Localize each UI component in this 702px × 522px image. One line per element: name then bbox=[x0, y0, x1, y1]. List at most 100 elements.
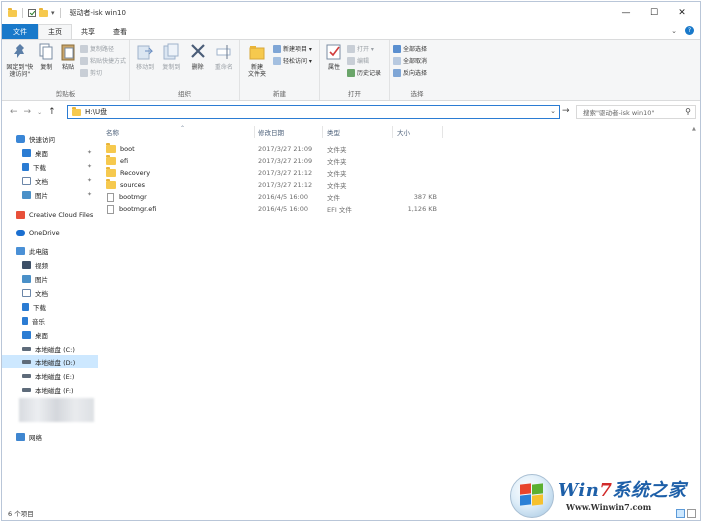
pin-icon[interactable]: ✦ bbox=[87, 177, 92, 184]
file-name: Recovery bbox=[120, 169, 151, 177]
tab-view[interactable]: 查看 bbox=[104, 24, 136, 39]
column-name[interactable]: 名称 ⌃ bbox=[106, 125, 185, 138]
search-placeholder: 搜索"驱动者-isk win10" bbox=[583, 109, 655, 117]
column-divider[interactable] bbox=[392, 126, 393, 138]
table-row[interactable]: boot 2017/3/27 21:09 文件夹 bbox=[102, 143, 442, 155]
nav-this-pc[interactable]: 此电脑 bbox=[2, 244, 98, 257]
video-icon bbox=[22, 260, 31, 269]
edit-button[interactable]: 编辑 bbox=[347, 56, 381, 65]
nav-downloads-pinned[interactable]: 下载 ✦ bbox=[2, 160, 98, 173]
watermark-brand: Win7系统之家 bbox=[558, 476, 686, 502]
tab-share[interactable]: 共享 bbox=[72, 24, 104, 39]
pin-icon[interactable]: ✦ bbox=[87, 163, 92, 170]
nav-pictures-pinned[interactable]: 图片 ✦ bbox=[2, 188, 98, 201]
nav-label: 文档 bbox=[35, 289, 48, 298]
history-button[interactable]: 历史记录 bbox=[347, 68, 381, 77]
folder-icon bbox=[106, 155, 116, 165]
pin-icon[interactable]: ✦ bbox=[87, 191, 92, 198]
file-size bbox=[397, 179, 437, 191]
copy-to-icon bbox=[163, 43, 179, 60]
nav-pictures[interactable]: 图片 bbox=[2, 272, 98, 285]
open-button[interactable]: 打开 ▾ bbox=[347, 44, 381, 53]
nav-label: Creative Cloud Files bbox=[29, 210, 94, 219]
minimize-button[interactable]: — bbox=[612, 6, 640, 20]
paste-shortcut-button[interactable]: 粘贴快捷方式 bbox=[79, 56, 126, 65]
qa-dropdown-icon[interactable]: ▾ bbox=[51, 9, 55, 17]
nav-documents[interactable]: 文档 bbox=[2, 286, 98, 299]
forward-arrow-icon[interactable]: → bbox=[24, 107, 32, 117]
select-none-button[interactable]: 全部取消 bbox=[393, 56, 427, 65]
column-divider[interactable] bbox=[254, 126, 255, 138]
search-input[interactable]: 搜索"驱动者-isk win10" ⚲ bbox=[576, 105, 696, 119]
address-path[interactable]: H:\U盘 bbox=[85, 107, 107, 117]
invert-selection-button[interactable]: 反向选择 bbox=[393, 68, 427, 77]
tab-home[interactable]: 主页 bbox=[38, 24, 72, 39]
star-icon bbox=[16, 134, 25, 143]
table-row[interactable]: Recovery 2017/3/27 21:12 文件夹 bbox=[102, 167, 442, 179]
maximize-button[interactable]: ☐ bbox=[640, 6, 668, 20]
new-folder-icon[interactable] bbox=[39, 7, 48, 17]
table-row[interactable]: sources 2017/3/27 21:12 文件夹 bbox=[102, 179, 442, 191]
column-divider[interactable] bbox=[322, 126, 323, 138]
nav-creative-cloud[interactable]: Creative Cloud Files bbox=[2, 208, 98, 221]
invert-selection-icon bbox=[393, 68, 401, 77]
file-type: 文件夹 bbox=[327, 182, 347, 190]
ribbon-expand-icon[interactable]: ⌄ bbox=[671, 27, 677, 35]
nav-downloads[interactable]: 下载 bbox=[2, 300, 98, 313]
select-none-label: 全部取消 bbox=[403, 58, 428, 65]
nav-onedrive[interactable]: OneDrive bbox=[2, 226, 98, 239]
nav-drive-d[interactable]: 本地磁盘 (D:) bbox=[2, 355, 98, 368]
file-icon bbox=[107, 204, 114, 214]
large-icons-view-button[interactable] bbox=[687, 509, 696, 518]
close-button[interactable]: ✕ bbox=[668, 6, 696, 20]
column-divider[interactable] bbox=[442, 126, 443, 138]
file-modified: 2017/3/27 21:12 bbox=[258, 169, 313, 177]
table-row[interactable]: efi 2017/3/27 21:09 文件夹 bbox=[102, 155, 442, 167]
properties-check-icon[interactable] bbox=[28, 9, 36, 17]
nav-drive-f[interactable]: 本地磁盘 (F:) bbox=[2, 383, 98, 396]
file-size: 1,126 KB bbox=[407, 205, 437, 213]
address-dropdown-icon[interactable]: ⌄ bbox=[550, 107, 556, 115]
pin-icon[interactable]: ✦ bbox=[87, 149, 92, 156]
nav-videos[interactable]: 视频 bbox=[2, 258, 98, 271]
nav-desktop-pinned[interactable]: 桌面 ✦ bbox=[2, 146, 98, 159]
nav-desktop[interactable]: 桌面 bbox=[2, 328, 98, 341]
navigation-buttons: ← → ⌄ ↑ bbox=[2, 107, 64, 117]
column-modified[interactable]: 修改日期 bbox=[258, 126, 284, 138]
blurred-region bbox=[19, 398, 94, 422]
help-icon[interactable]: ? bbox=[685, 26, 694, 35]
new-item-button[interactable]: 新建项目 ▾ bbox=[273, 44, 312, 53]
nav-drive-e[interactable]: 本地磁盘 (E:) bbox=[2, 369, 98, 382]
copy-path-button[interactable]: 复制路径 bbox=[79, 44, 126, 53]
back-arrow-icon[interactable]: ← bbox=[10, 107, 18, 117]
tab-file[interactable]: 文件 bbox=[2, 24, 38, 39]
recent-locations-icon[interactable]: ⌄ bbox=[37, 109, 42, 116]
easy-access-button[interactable]: 轻松访问 ▾ bbox=[273, 56, 312, 65]
table-row[interactable]: bootmgr.efi 2016/4/5 16:00 EFI 文件 1,126 … bbox=[102, 203, 442, 215]
search-icon[interactable]: ⚲ bbox=[685, 107, 691, 116]
folder-icon bbox=[72, 106, 81, 116]
file-name: boot bbox=[120, 145, 135, 153]
scroll-up-icon[interactable]: ▲ bbox=[692, 126, 696, 132]
up-arrow-icon[interactable]: ↑ bbox=[48, 107, 56, 117]
organize-group-label: 组织 bbox=[178, 90, 191, 98]
column-size[interactable]: 大小 bbox=[397, 126, 410, 138]
details-view-button[interactable] bbox=[676, 509, 685, 518]
clipboard-group: 固定到"快速访问" 复制 粘贴 复制路径 粘贴快捷方式 剪切 剪贴板 bbox=[2, 40, 130, 100]
address-bar[interactable]: H:\U盘 ⌄ bbox=[67, 105, 560, 119]
download-icon bbox=[22, 162, 29, 171]
desktop-icon bbox=[22, 148, 31, 157]
nav-quick-access[interactable]: 快速访问 bbox=[2, 132, 98, 145]
table-row[interactable]: bootmgr 2016/4/5 16:00 文件 387 KB bbox=[102, 191, 442, 203]
go-arrow-icon[interactable]: → bbox=[562, 106, 570, 116]
column-type[interactable]: 类型 bbox=[327, 126, 340, 138]
nav-drive-c[interactable]: 本地磁盘 (C:) bbox=[2, 342, 98, 355]
nav-network[interactable]: 网络 bbox=[2, 430, 98, 443]
delete-label: 删除 bbox=[191, 64, 204, 71]
select-all-button[interactable]: 全部选择 bbox=[393, 44, 427, 53]
vertical-scrollbar[interactable]: ▲ bbox=[692, 126, 698, 510]
nav-label: 桌面 bbox=[35, 331, 48, 340]
nav-documents-pinned[interactable]: 文档 ✦ bbox=[2, 174, 98, 187]
nav-music[interactable]: 音乐 bbox=[2, 314, 98, 327]
cut-button[interactable]: 剪切 bbox=[79, 68, 126, 77]
